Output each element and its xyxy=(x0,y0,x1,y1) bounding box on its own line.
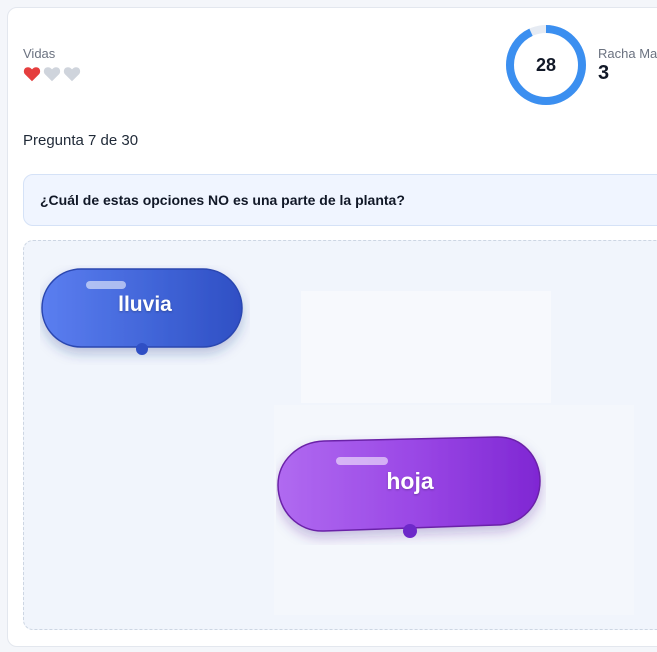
answer-option-lluvia[interactable]: lluvia xyxy=(40,265,250,365)
answer-label: lluvia xyxy=(118,293,172,316)
heart-icon-empty xyxy=(43,67,61,82)
heart-icon-filled xyxy=(23,67,41,82)
answer-option-hoja[interactable]: hoja xyxy=(276,435,546,545)
timer-value: 28 xyxy=(535,54,557,75)
lives-label: Vidas xyxy=(23,46,56,61)
answer-play-area: lluvia hoja xyxy=(23,240,657,630)
question-box: ¿Cuál de estas opciones NO es una parte … xyxy=(23,174,657,226)
streak-value: 3 xyxy=(598,62,610,84)
hearts-row xyxy=(23,66,81,82)
ghost-panel xyxy=(301,291,551,403)
question-text: ¿Cuál de estas opciones NO es una parte … xyxy=(40,192,405,208)
heart-icon-empty xyxy=(63,67,81,82)
answer-label: hoja xyxy=(386,468,434,494)
question-progress: Pregunta 7 de 30 xyxy=(23,132,139,149)
streak-label: Racha Ma xyxy=(598,46,657,61)
countdown-timer: 28 xyxy=(505,24,587,106)
lives-panel: Vidas xyxy=(23,46,81,82)
streak-panel: Racha Ma 3 xyxy=(598,46,657,84)
